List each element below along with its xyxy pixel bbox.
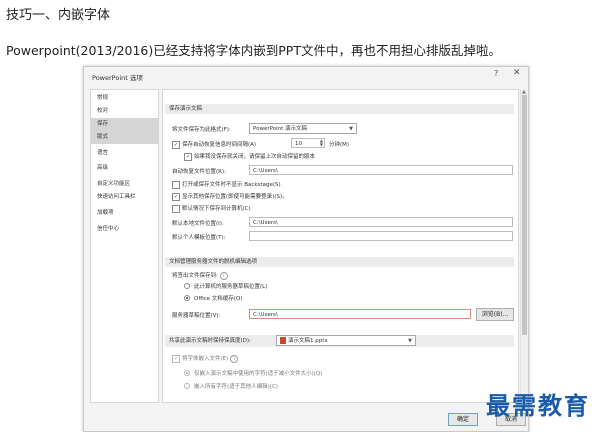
autorecover-minutes-input[interactable]: 10 ▲ ▼ [291,138,325,148]
sidebar-item-language[interactable]: 语言 [91,147,158,160]
default-local-location-label: 默认本地文件位置(I): [172,221,224,227]
embed-fonts-label: 将字体嵌入文件(E) i [182,354,239,363]
info-icon: i [219,271,228,280]
default-local-location-input[interactable]: C:\Users\ [249,217,513,227]
scrollbar-thumb[interactable] [522,95,527,335]
chevron-down-icon: ▼ [349,126,353,132]
sidebar-item-customize-ribbon[interactable]: 自定义功能区 [91,178,158,191]
section-header-save: 保存演示文稿 [165,104,514,114]
info-icon: i [230,354,239,363]
spin-arrows-icon[interactable]: ▲ ▼ [320,139,323,147]
server-drafts-location-label: 服务器草稿位置(V): [172,313,221,319]
save-format-dropdown[interactable]: PowerPoint 演示文稿 ▼ [249,123,357,134]
autorecover-location-label: 自动恢复文件位置(R): [172,169,226,175]
pptx-file-icon [280,337,286,344]
default-template-location-input[interactable] [249,231,513,241]
content-scrollbar[interactable]: ▲ ▼ [520,89,528,401]
close-icon[interactable]: ✕ [513,68,521,78]
embed-all-chars-label: 嵌入所有字符(适于其他人编辑)(C) [194,384,278,390]
autorecover-label: 保存自动恢复信息时间间隔(A) [182,142,257,148]
fidelity-file-value: 演示文稿1.pptx [288,338,328,344]
article-heading: 技巧一、内嵌字体 [6,8,111,23]
embed-used-chars-label: 仅嵌入演示文稿中使用的字符(适于减小文件大小)(Q) [194,371,323,377]
no-backstage-label: 打开或保存文件时不显示 Backstage(S) [182,182,281,188]
ok-button[interactable]: 确定 [448,413,478,426]
autorecover-location-input[interactable]: C:\Users\ [249,165,513,175]
show-additional-places-label: 显示其他保存位置(即使可能需要登录)(S)。 [182,194,288,200]
options-sidebar: 常规 校对 保存 版式 语言 高级 自定义功能区 快速访问工具栏 加载项 信任中… [90,89,159,403]
sidebar-item-general[interactable]: 常规 [91,92,158,105]
server-drafts-location-input[interactable]: C:\Users\ [249,309,471,319]
default-template-location-label: 默认个人模板位置(T): [172,235,226,241]
section-header-offline: 文档管理服务器文件的脱机编辑选项 [165,257,514,267]
no-backstage-checkbox[interactable] [172,181,180,189]
options-content: 保存演示文稿 将文件保存为此格式(F): PowerPoint 演示文稿 ▼ ✓… [162,89,519,403]
save-to-computer-label: 默认情况下保存到计算机(C) [182,206,251,212]
sidebar-item-proofing[interactable]: 校对 [91,105,158,118]
autorecover-checkbox[interactable]: ✓ [172,141,180,149]
help-icon[interactable]: ? [494,69,498,78]
fidelity-file-dropdown[interactable]: 演示文稿1.pptx ▼ [276,335,416,346]
minutes-label: 分钟(M) [329,142,350,148]
article-paragraph: Powerpoint(2013/2016)已经支持将字体内嵌到PPT文件中，再也… [6,43,501,58]
show-additional-places-checkbox[interactable]: ✓ [172,193,180,201]
sidebar-item-trust-center[interactable]: 信任中心 [91,223,158,236]
sidebar-item-advanced[interactable]: 高级 [91,162,158,175]
autorecover-minutes-value: 10 [295,141,302,147]
watermark: 最需教育 [486,391,590,420]
browse-button[interactable]: 浏览(B)... [476,308,514,321]
sidebar-item-addins[interactable]: 加载项 [91,207,158,220]
radio-embed-used-chars[interactable] [184,370,190,376]
radio-embed-all-chars[interactable] [184,383,190,389]
office-cache-option-label: Office 文档缓存(O) [194,296,243,302]
save-format-value: PowerPoint 演示文稿 [253,126,308,132]
chevron-down-icon: ▼ [408,338,412,344]
radio-office-cache[interactable] [184,295,190,301]
keep-last-checkbox[interactable]: ✓ [184,153,192,161]
dialog-title: PowerPoint 选项 [92,74,143,82]
radio-server-drafts[interactable] [184,283,190,289]
checked-out-label: 将签出文件保存到: i [172,271,228,280]
keep-last-label: 如果我没保存就关闭，请保留上次自动保留的版本 [194,154,316,160]
powerpoint-options-dialog: PowerPoint 选项 ? ✕ 常规 校对 保存 版式 语言 高级 自定义功… [83,66,529,432]
server-drafts-option-label: 此计算机的服务器草稿位置(L) [194,284,268,290]
sidebar-item-layout[interactable]: 版式 [91,131,158,144]
save-to-computer-checkbox[interactable] [172,205,180,213]
save-format-label: 将文件保存为此格式(F): [172,127,231,133]
sidebar-item-save[interactable]: 保存 [91,118,158,131]
sidebar-item-quick-access[interactable]: 快速访问工具栏 [91,191,158,204]
embed-fonts-checkbox[interactable]: ✓ [172,355,180,363]
